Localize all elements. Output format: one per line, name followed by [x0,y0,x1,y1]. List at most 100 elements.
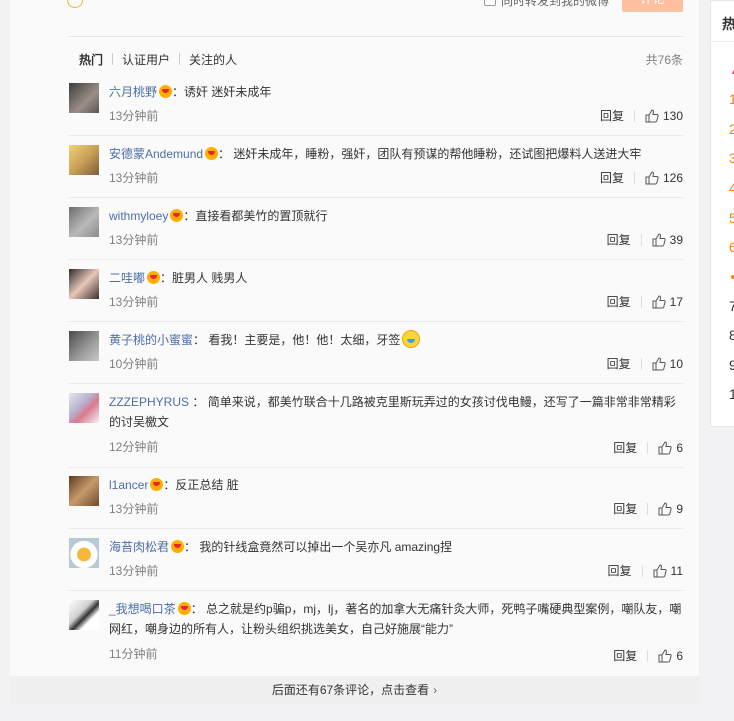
comment-username[interactable]: l1ancer [109,478,148,492]
member-badge-icon[interactable] [150,478,164,491]
tab-separator [179,53,181,65]
comment-item: withmyloey ：直接看都美竹的置顶就行 13分钟前 回复 39 [69,206,683,260]
hot-search-rank[interactable]: 9 [729,357,734,373]
comment-actions: 回复 130 [600,107,683,124]
like-button[interactable]: 10 [652,357,683,371]
like-button[interactable]: 17 [652,295,683,309]
member-badge-icon[interactable] [171,540,185,553]
hot-search-rank[interactable]: 1 [729,386,734,402]
action-separator [647,649,649,662]
comment-username[interactable]: _我想喝口茶 [109,602,176,616]
tab-hot[interactable]: 热门 [79,51,103,68]
member-badge-icon[interactable] [170,209,184,222]
comment-username[interactable]: 六月桃野 [109,85,157,99]
reply-button[interactable]: 回复 [607,293,631,310]
comment-text: 直接看都美竹的置顶就行 [195,209,328,223]
side-divider [711,41,734,42]
comment-actions: 回复 11 [608,562,683,579]
avatar[interactable] [69,269,99,299]
hot-search-rank[interactable]: 5 [729,210,734,226]
like-button[interactable]: 130 [645,109,683,123]
comment-username[interactable]: 黄子桃的小蜜蜜 [109,333,193,347]
hot-search-rank[interactable]: 3 [729,150,734,166]
comment-username[interactable]: ZZZEPHYRUS [109,395,189,409]
comment-content: ZZZEPHYRUS ： 简单来说，都美竹联合十几路被克里斯玩弄过的女孩讨伐电鳗… [109,395,676,429]
chevron-right-icon: › [433,683,438,697]
reply-button[interactable]: 回复 [613,500,637,517]
avatar[interactable] [69,476,99,506]
reply-button[interactable]: 回复 [608,562,632,579]
avatar[interactable] [69,83,99,113]
comment-text: 反正总结 脏 [175,478,239,492]
comment-content: withmyloey ：直接看都美竹的置顶就行 [109,209,328,223]
thumbs-up-icon [658,440,672,454]
comment-username[interactable]: 海苔肉松君 [109,540,169,554]
hot-search-rank[interactable]: 7 [729,298,734,314]
action-separator [640,357,642,370]
comment-submit-button[interactable]: 评论 [622,0,683,12]
hot-search-top-icon[interactable]: ▲ [729,61,734,77]
laugh-cry-emoji-icon [402,330,421,348]
thumbs-up-icon [658,501,672,515]
divider [69,36,683,37]
reply-button[interactable]: 回复 [600,107,624,124]
comment-text: 我的针线盒竟然可以掉出一个吴亦凡 amazing捏 [199,540,453,554]
member-badge-icon[interactable] [159,85,173,98]
member-badge-icon[interactable] [177,602,191,615]
like-button[interactable]: 6 [658,441,683,455]
comment-filter-tabs: 热门 认证用户 关注的人 [79,50,237,68]
forward-checkbox[interactable] [484,0,496,6]
hot-search-rank[interactable]: 2 [729,121,734,137]
tab-following[interactable]: 关注的人 [189,51,237,68]
hot-search-rank[interactable]: 1 [729,91,734,107]
like-button[interactable]: 39 [652,233,683,247]
comment-divider [69,197,683,198]
hot-search-rank[interactable]: 6 [729,239,734,255]
comment-actions: 回复 9 [613,500,683,517]
comment-item: 二哇嘟 ：脏男人 贱男人 13分钟前 回复 17 [69,268,683,322]
like-button[interactable]: 11 [653,564,683,578]
comment-content: l1ancer ：反正总结 脏 [109,478,239,492]
reply-button[interactable]: 回复 [613,647,637,664]
thumbs-up-icon [652,294,666,308]
member-badge-icon[interactable] [147,271,161,284]
tab-verified-users[interactable]: 认证用户 [122,51,170,68]
like-count: 11 [670,563,683,578]
comment-divider [69,590,683,591]
comment-time: 13分钟前 [109,295,159,309]
member-badge-icon[interactable] [205,147,219,160]
thumbs-up-icon [645,108,659,122]
reply-button[interactable]: 回复 [613,439,637,456]
emoji-icon[interactable] [67,0,83,8]
avatar[interactable] [69,393,99,423]
avatar[interactable] [69,207,99,237]
like-count: 9 [676,501,683,516]
hot-search-rank[interactable]: 4 [729,180,734,196]
avatar[interactable] [69,331,99,361]
reply-button[interactable]: 回复 [607,231,631,248]
comment-actions: 回复 39 [607,231,683,248]
hot-search-rank[interactable]: 8 [729,327,734,343]
like-count: 39 [669,232,683,247]
comment-content: 二哇嘟 ：脏男人 贱男人 [109,271,248,285]
comment-time: 13分钟前 [109,564,159,578]
like-count: 17 [669,294,683,309]
like-button[interactable]: 126 [645,171,683,185]
reply-button[interactable]: 回复 [607,355,631,372]
comment-time: 13分钟前 [109,233,159,247]
action-separator [633,109,635,122]
avatar[interactable] [69,145,99,175]
comment-username[interactable]: 安德蒙Andemund [109,147,203,161]
comment-time: 13分钟前 [109,171,159,185]
like-button[interactable]: 9 [658,502,683,516]
comment-divider [69,528,683,529]
comment-username[interactable]: withmyloey [109,209,168,223]
tab-separator [112,53,114,65]
reply-button[interactable]: 回复 [600,169,624,186]
comment-username[interactable]: 二哇嘟 [109,271,145,285]
more-comments-link[interactable]: 后面还有67条评论，点击查看 › [10,676,699,704]
avatar[interactable] [69,538,99,568]
comment-actions: 回复 6 [613,439,683,456]
avatar[interactable] [69,600,99,630]
like-button[interactable]: 6 [658,649,683,663]
